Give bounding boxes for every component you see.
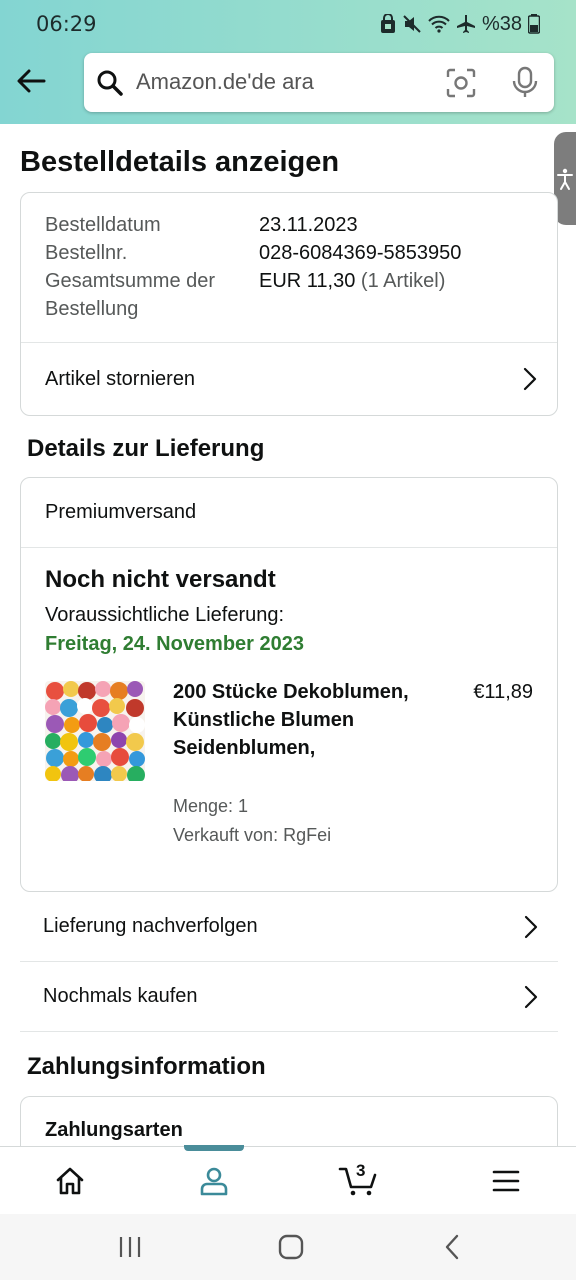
search-placeholder: Amazon.de'de ara xyxy=(136,69,314,94)
page-title: Bestelldetails anzeigen xyxy=(20,146,340,178)
cart-count-badge: 3 xyxy=(356,1161,366,1180)
product-quantity: Menge: 1 xyxy=(173,796,249,816)
search-icon xyxy=(96,69,124,102)
wifi-icon xyxy=(428,15,450,33)
nav-account[interactable] xyxy=(174,1147,254,1215)
order-number-value: 028-6084369-5853950 xyxy=(259,242,462,264)
system-navigation-bar xyxy=(0,1214,576,1280)
shipping-method: Premiumversand xyxy=(21,478,557,547)
back-system-button[interactable] xyxy=(432,1232,472,1262)
search-input[interactable]: Amazon.de'de ara xyxy=(84,53,554,112)
battery-text: %38 xyxy=(481,12,522,35)
payment-section-title: Zahlungsinformation xyxy=(27,1053,266,1080)
nav-cart[interactable]: 3 xyxy=(318,1147,398,1215)
status-icons: %38 xyxy=(380,13,540,36)
chevron-right-icon xyxy=(524,915,538,938)
cancel-items-label: Artikel stornieren xyxy=(45,367,196,390)
recent-apps-icon xyxy=(119,1237,141,1257)
track-delivery-label: Lieferung nachverfolgen xyxy=(43,915,258,937)
chevron-right-icon xyxy=(524,985,538,1008)
back-button[interactable] xyxy=(12,62,50,100)
bottom-navigation: 3 xyxy=(0,1145,576,1215)
menu-icon xyxy=(492,1170,520,1192)
product-image[interactable] xyxy=(45,681,145,781)
recent-apps-button[interactable] xyxy=(110,1232,150,1262)
order-total-label: Gesamtsumme der Bestellung xyxy=(45,270,216,320)
estimated-delivery-date: Freitag, 24. November 2023 xyxy=(45,633,305,655)
order-total: EUR 11,30 (1 Artikel) xyxy=(259,267,445,295)
microphone-icon[interactable] xyxy=(512,66,538,103)
search-header: Amazon.de'de ara xyxy=(0,40,576,124)
product-title[interactable]: 200 Stücke Dekoblumen, Künstliche Blumen… xyxy=(173,678,413,762)
accessibility-icon xyxy=(557,168,573,190)
order-summary-card: Bestelldatum 23.11.2023 Bestellnr. 028-6… xyxy=(20,192,558,416)
home-icon xyxy=(56,1167,84,1195)
order-date-value: 23.11.2023 xyxy=(259,214,358,236)
product-seller: Verkauft von: RgFei xyxy=(173,825,332,845)
account-icon xyxy=(200,1167,228,1196)
shipping-method-label: Premiumversand xyxy=(45,501,197,523)
back-arrow-icon xyxy=(17,69,46,93)
camera-scan-icon[interactable] xyxy=(446,68,476,103)
battery-icon xyxy=(528,14,540,34)
track-delivery-link[interactable]: Lieferung nachverfolgen xyxy=(20,892,558,962)
order-total-value: EUR 11,30 xyxy=(259,270,356,292)
nav-home[interactable] xyxy=(30,1147,110,1215)
buy-again-label: Nochmals kaufen xyxy=(43,985,198,1007)
home-system-button[interactable] xyxy=(271,1232,311,1262)
order-date-label: Bestelldatum xyxy=(45,214,161,236)
buy-again-link[interactable]: Nochmals kaufen xyxy=(20,962,558,1032)
payment-methods-label: Zahlungsarten xyxy=(45,1119,183,1141)
product-price: €11,89 xyxy=(473,681,533,703)
delivery-section-title: Details zur Lieferung xyxy=(27,435,265,462)
order-number-label: Bestellnr. xyxy=(45,242,128,264)
cancel-items-link[interactable]: Artikel stornieren xyxy=(21,343,557,415)
chevron-right-icon xyxy=(523,367,537,391)
airplane-icon xyxy=(456,14,476,34)
back-chevron-icon xyxy=(445,1234,459,1260)
shipment-status: Noch nicht versandt xyxy=(45,566,276,593)
status-time: 06:29 xyxy=(36,12,97,36)
order-details-content[interactable]: Bestelldetails anzeigen Bestelldatum 23.… xyxy=(0,124,576,1146)
nav-menu[interactable] xyxy=(466,1147,546,1215)
mute-icon xyxy=(402,14,422,34)
order-total-items: (1 Artikel) xyxy=(360,270,446,292)
delivery-card: Premiumversand Noch nicht versandt Vorau… xyxy=(20,477,558,892)
estimated-delivery-label: Voraussichtliche Lieferung: xyxy=(45,604,285,626)
lock-icon xyxy=(380,14,396,34)
divider xyxy=(21,547,557,548)
home-circle-icon xyxy=(278,1234,304,1260)
payment-card: Zahlungsarten xyxy=(20,1096,558,1146)
